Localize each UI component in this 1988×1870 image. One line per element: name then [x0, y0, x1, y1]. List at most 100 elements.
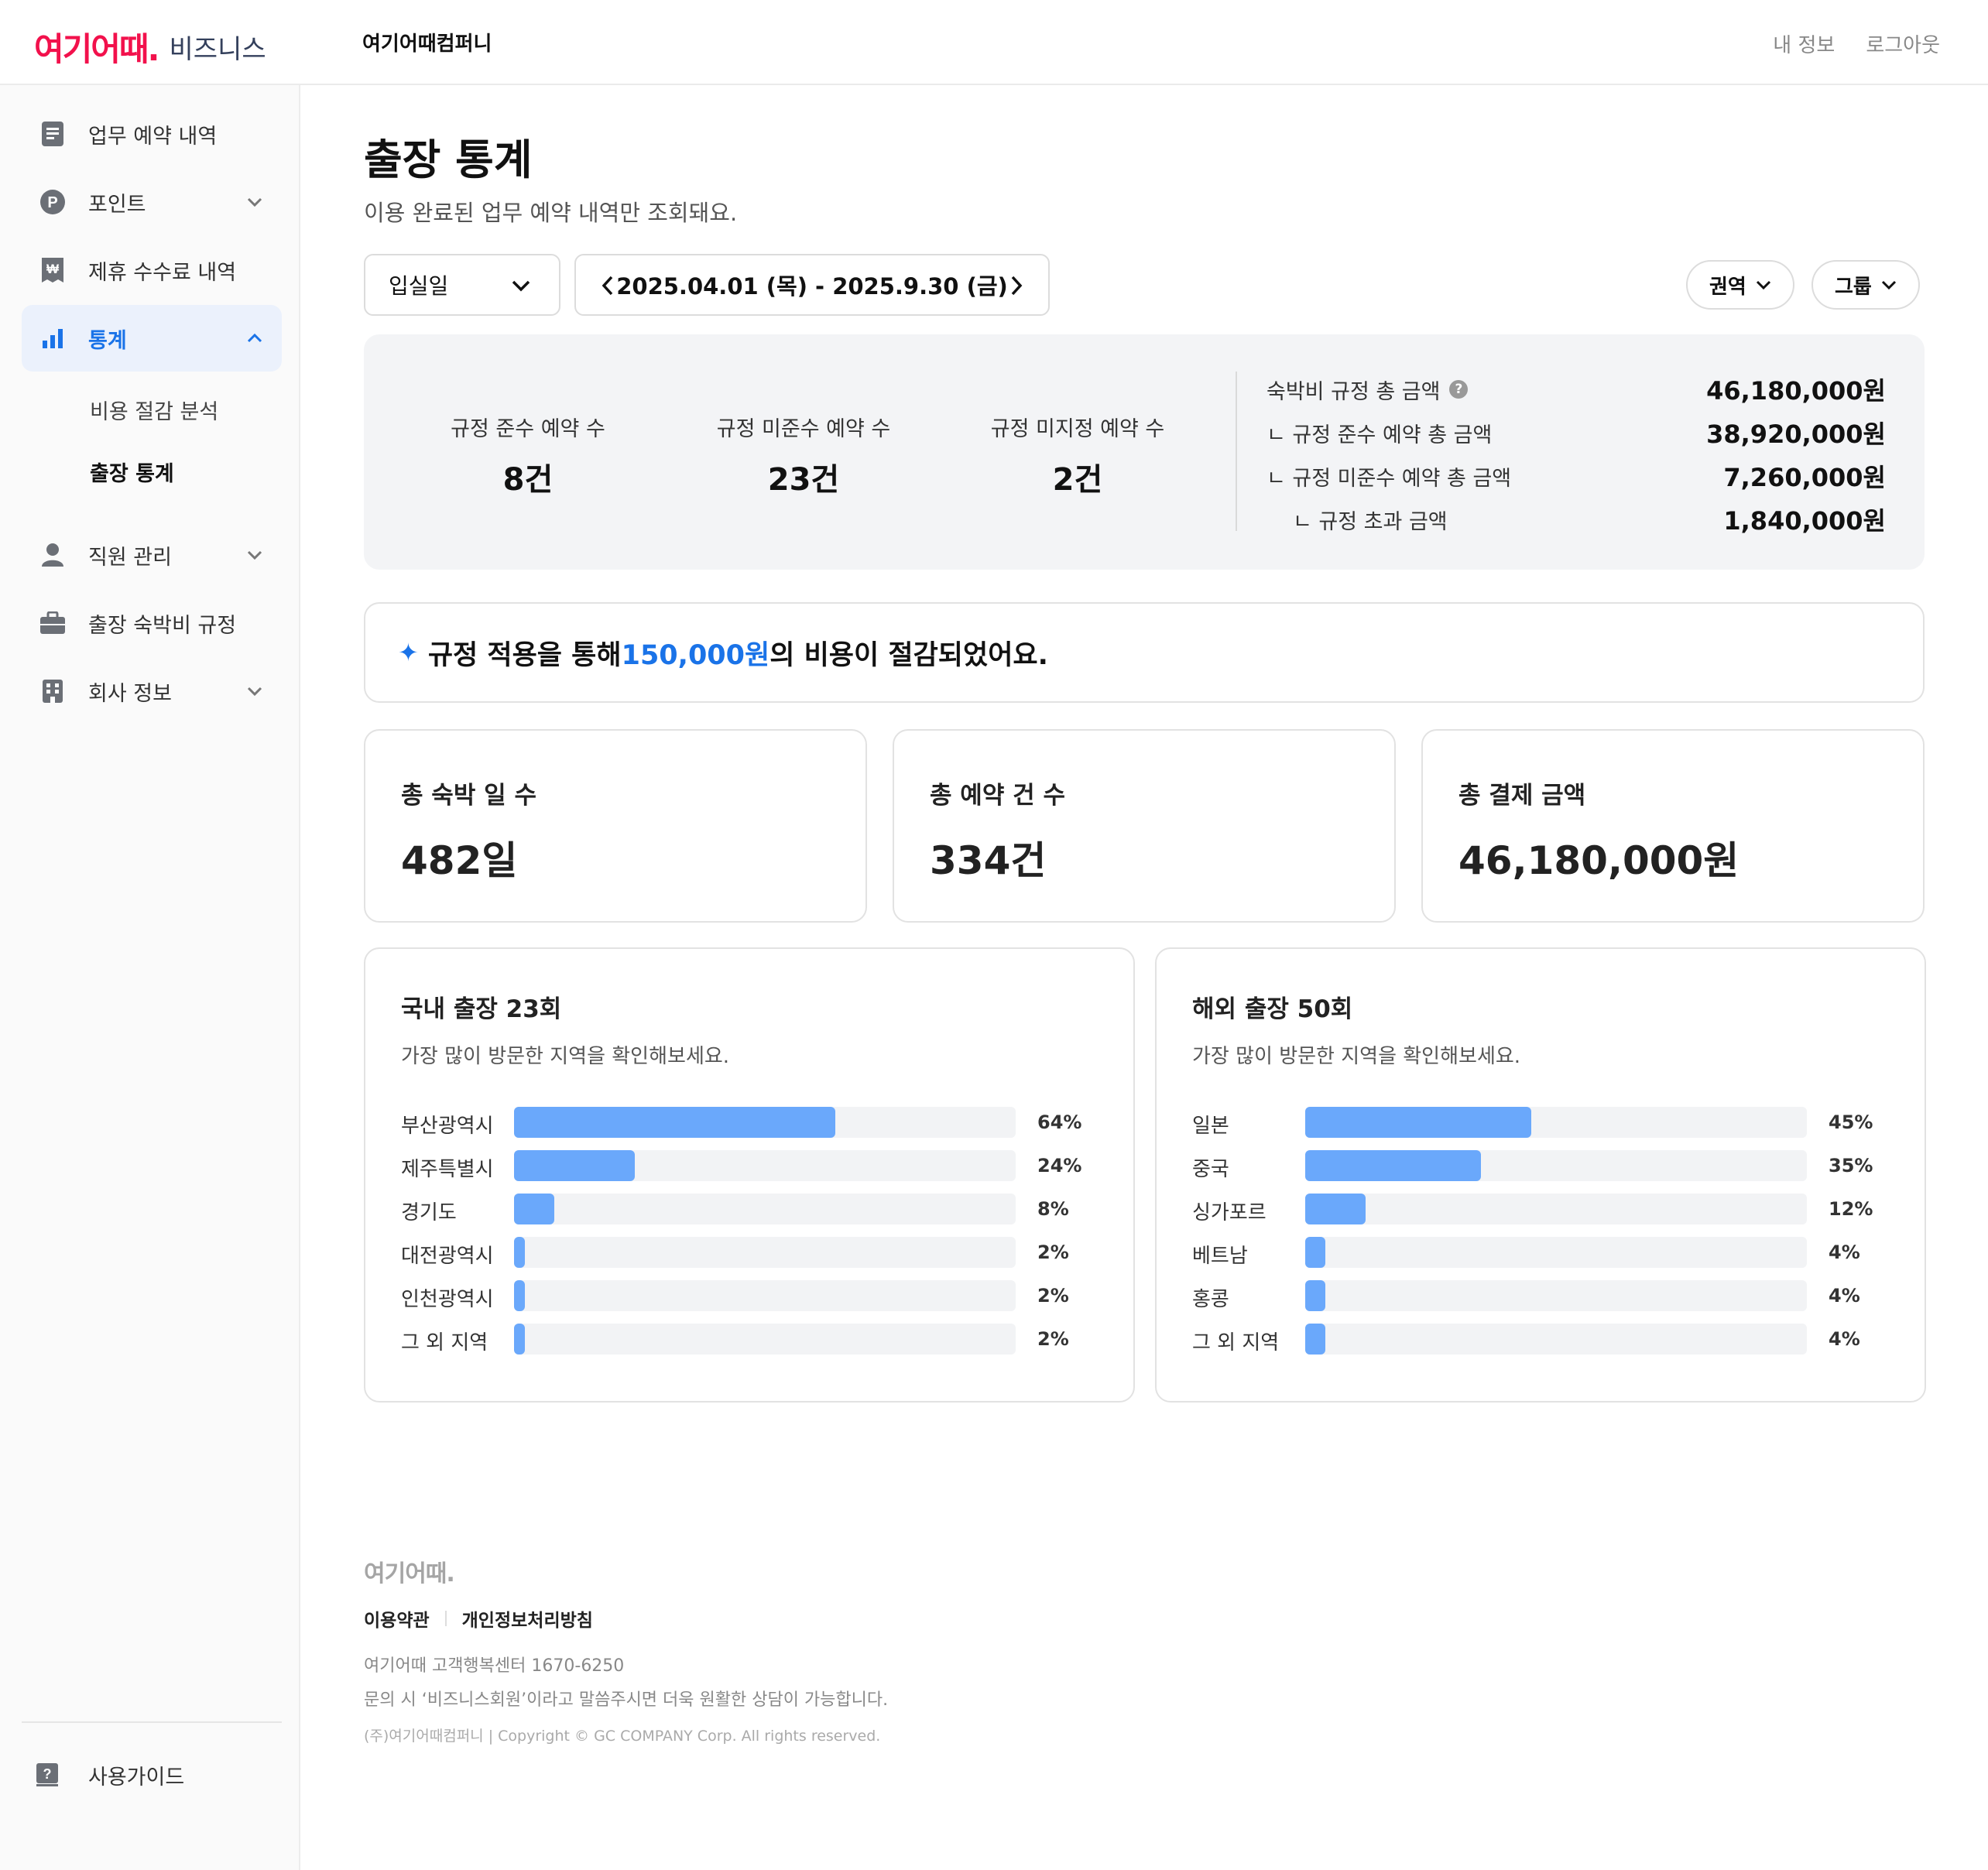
- chevron-down-icon: [247, 550, 262, 560]
- bar-fill: [514, 1280, 525, 1311]
- bar-category-label: 제주특별시: [401, 1158, 494, 1181]
- help-question-icon[interactable]: ?: [1449, 380, 1469, 399]
- chevron-down-icon: [1756, 280, 1770, 290]
- bar-track: [514, 1237, 1016, 1268]
- total-payment-card: 총 결제 금액 46,180,000원: [1421, 729, 1925, 923]
- chevron-down-icon: [512, 280, 530, 292]
- chart-subtitle: 가장 많이 방문한 지역을 확인해보세요.: [1192, 1045, 1521, 1068]
- bar-value-label: 8%: [1037, 1198, 1069, 1220]
- bar-fill: [1305, 1324, 1325, 1355]
- document-icon: [36, 117, 70, 151]
- sidebar-item-label: 직원 관리: [88, 545, 172, 570]
- policy-summary-panel: 규정 준수 예약 수 8건 규정 미준수 예약 수 23건 규정 미지정 예약 …: [364, 334, 1925, 570]
- footer: 여기어때. 이용약관 개인정보처리방침 여기어때 고객행복센터 1670-625…: [364, 1554, 888, 1745]
- bar-category-label: 부산광역시: [401, 1115, 494, 1138]
- person-icon: [36, 538, 70, 572]
- sidebar-subitem-cost-saving[interactable]: 비용 절감 분석: [90, 395, 218, 425]
- savings-banner: ✦ 규정 적용을 통해 150,000원 의 비용이 절감되었어요.: [364, 602, 1925, 703]
- bar-track: [514, 1280, 1016, 1311]
- amount-value: 38,920,000원: [1706, 420, 1886, 449]
- stat-value: 23건: [767, 462, 840, 498]
- sparkle-icon: ✦: [398, 638, 419, 667]
- bar-fill: [1305, 1237, 1325, 1268]
- next-period-icon[interactable]: [1005, 274, 1028, 297]
- bar-row: 싱가포르 12%: [1192, 1194, 1889, 1224]
- total-nights-card: 총 숙박 일 수 482일: [364, 729, 867, 923]
- date-range-value: 2025.04.01 (목) - 2025.9.30 (금): [616, 273, 1008, 300]
- amount-row-total: 숙박비 규정 총 금액? 46,180,000원: [1266, 372, 1886, 407]
- bar-category-label: 대전광역시: [401, 1245, 494, 1268]
- top-header: 여기어때. 비즈니스 여기어때컴퍼니 내 정보 로그아웃: [0, 0, 1988, 85]
- bar-value-label: 4%: [1829, 1242, 1860, 1263]
- card-value: 482일: [401, 838, 518, 883]
- bar-category-label: 경기도: [401, 1201, 457, 1224]
- briefcase-icon: [36, 606, 70, 640]
- stat-label: 규정 미지정 예약 수: [990, 417, 1165, 441]
- logo-subtitle: 비즈니스: [169, 34, 266, 65]
- chevron-down-icon: [247, 197, 262, 207]
- bar-chart-icon: [36, 321, 70, 355]
- bar-row: 제주특별시 24%: [401, 1150, 1098, 1181]
- prev-period-icon[interactable]: [596, 274, 619, 297]
- date-range-picker[interactable]: 2025.04.01 (목) - 2025.9.30 (금): [574, 254, 1050, 316]
- sidebar-item-points[interactable]: P 포인트: [22, 169, 282, 235]
- bar-track: [514, 1107, 1016, 1138]
- sidebar-item-label: 포인트: [88, 192, 146, 217]
- bar-row: 경기도 8%: [401, 1194, 1098, 1224]
- bar-category-label: 그 외 지역: [401, 1331, 488, 1355]
- date-type-select[interactable]: 입실일: [364, 254, 560, 316]
- bar-value-label: 64%: [1037, 1111, 1082, 1133]
- bar-row: 그 외 지역 4%: [1192, 1324, 1889, 1355]
- bar-row: 그 외 지역 2%: [401, 1324, 1098, 1355]
- sidebar-subitem-trip-stats[interactable]: 출장 통계: [90, 457, 174, 487]
- page-title: 출장 통계: [364, 135, 533, 184]
- amount-row-noncompliant: ㄴ 규정 미준수 예약 총 금액 7,260,000원: [1266, 458, 1886, 494]
- bar-fill: [1305, 1194, 1366, 1224]
- svg-text:₩: ₩: [46, 262, 60, 276]
- group-filter-button[interactable]: 그룹: [1811, 260, 1920, 310]
- sidebar-item-statistics[interactable]: 통계: [22, 305, 282, 372]
- sidebar-item-commission[interactable]: ₩ 제휴 수수료 내역: [22, 237, 282, 303]
- sidebar-item-company-info[interactable]: 회사 정보: [22, 658, 282, 724]
- sidebar-item-label: 회사 정보: [88, 681, 172, 706]
- user-guide-label: 사용가이드: [88, 1765, 185, 1790]
- brand-logo[interactable]: 여기어때. 비즈니스: [34, 23, 266, 70]
- logout-link[interactable]: 로그아웃: [1866, 29, 1940, 58]
- region-filter-label: 권역: [1709, 275, 1746, 299]
- sidebar-item-reservations[interactable]: 업무 예약 내역: [22, 101, 282, 167]
- bar-value-label: 24%: [1037, 1155, 1082, 1176]
- bar-value-label: 4%: [1829, 1328, 1860, 1350]
- bar-track: [1305, 1237, 1807, 1268]
- bar-track: [1305, 1107, 1807, 1138]
- bar-row: 베트남 4%: [1192, 1237, 1889, 1268]
- bar-row: 일본 45%: [1192, 1107, 1889, 1138]
- bar-value-label: 2%: [1037, 1328, 1069, 1350]
- bar-track: [514, 1194, 1016, 1224]
- user-guide-link[interactable]: ? 사용가이드: [22, 1742, 184, 1808]
- sidebar-item-lodging-policy[interactable]: 출장 숙박비 규정: [22, 590, 282, 656]
- sidebar-item-employees[interactable]: 직원 관리: [22, 522, 282, 588]
- bar-row: 부산광역시 64%: [401, 1107, 1098, 1138]
- my-info-link[interactable]: 내 정보: [1773, 29, 1835, 58]
- chart-title: 국내 출장 23회: [401, 995, 562, 1023]
- bar-fill: [514, 1237, 525, 1268]
- chevron-down-icon: [247, 687, 262, 697]
- bar-value-label: 2%: [1037, 1285, 1069, 1307]
- help-book-icon: ?: [36, 1762, 70, 1787]
- amount-label: ㄴ 규정 초과 금액: [1293, 509, 1448, 534]
- terms-link[interactable]: 이용약관: [364, 1605, 430, 1632]
- amount-row-compliant: ㄴ 규정 준수 예약 총 금액 38,920,000원: [1266, 415, 1886, 450]
- bar-category-label: 싱가포르: [1192, 1201, 1266, 1224]
- privacy-link[interactable]: 개인정보처리방침: [462, 1605, 593, 1632]
- amount-label: 숙박비 규정 총 금액: [1266, 379, 1441, 404]
- bar-category-label: 홍콩: [1192, 1288, 1229, 1311]
- region-filter-button[interactable]: 권역: [1686, 260, 1794, 310]
- banner-prefix: 규정 적용을 통해: [427, 639, 622, 671]
- amount-value: 46,180,000원: [1706, 376, 1886, 406]
- noncompliant-count: 규정 미준수 예약 수 23건: [687, 412, 920, 499]
- sidebar-item-label: 업무 예약 내역: [88, 124, 218, 149]
- bar-category-label: 인천광역시: [401, 1288, 494, 1311]
- domestic-trips-chart: 국내 출장 23회 가장 많이 방문한 지역을 확인해보세요. 부산광역시 64%…: [364, 947, 1135, 1402]
- overseas-trips-chart: 해외 출장 50회 가장 많이 방문한 지역을 확인해보세요. 일본 45% 중국 3…: [1155, 947, 1926, 1402]
- stat-value: 8건: [502, 462, 554, 498]
